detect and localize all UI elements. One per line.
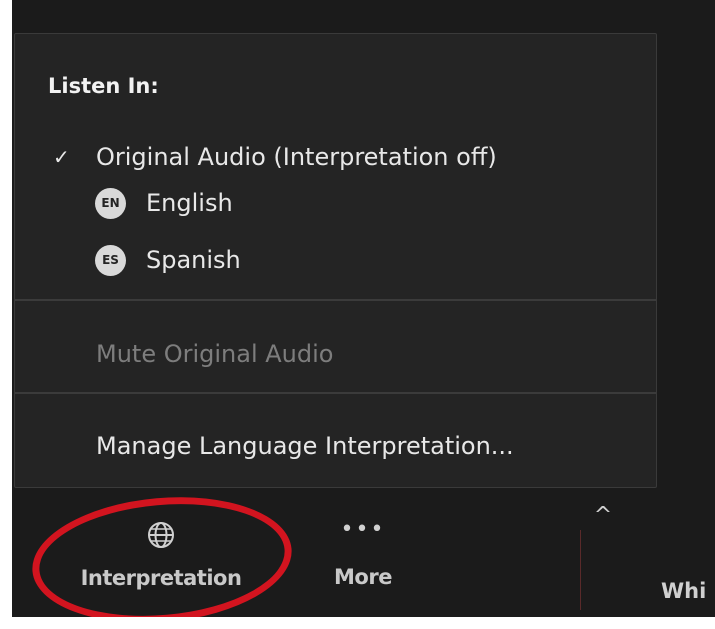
- more-dots-icon: •••: [340, 517, 386, 542]
- menu-item-manage-language-interpretation[interactable]: Manage Language Interpretation...: [15, 424, 656, 468]
- menu-item-original-audio[interactable]: ✓ Original Audio (Interpretation off): [15, 135, 656, 179]
- menu-item-label: Original Audio (Interpretation off): [96, 143, 497, 171]
- screenshot-edge: [0, 617, 715, 629]
- more-label: More: [334, 565, 392, 589]
- menu-item-label: English: [146, 189, 233, 217]
- english-language-badge-icon: EN: [95, 187, 126, 219]
- checkmark-icon: ✓: [53, 145, 70, 169]
- menu-item-label: Manage Language Interpretation...: [96, 432, 514, 460]
- interpretation-label: Interpretation: [80, 566, 242, 590]
- menu-item-spanish[interactable]: ES Spanish: [15, 238, 656, 282]
- caret-up-icon[interactable]: ^: [588, 500, 618, 542]
- menu-divider: [15, 299, 656, 301]
- menu-item-mute-original-audio: Mute Original Audio: [15, 332, 656, 376]
- screenshot-edge: [0, 0, 12, 629]
- menu-divider: [15, 392, 656, 394]
- menu-item-label: Spanish: [146, 246, 241, 274]
- listen-in-heading: Listen In:: [48, 74, 159, 98]
- menu-item-english[interactable]: EN English: [15, 181, 656, 225]
- interpretation-menu: Listen In: ✓ Original Audio (Interpretat…: [14, 33, 657, 488]
- toolbar-divider: [580, 530, 581, 610]
- whiteboard-label[interactable]: Whi: [661, 579, 706, 603]
- interpretation-button[interactable]: Interpretation: [66, 520, 256, 590]
- menu-item-label: Mute Original Audio: [96, 340, 334, 368]
- more-button[interactable]: ••• More: [318, 517, 408, 590]
- spanish-language-badge-icon: ES: [95, 244, 126, 276]
- meeting-window: Listen In: ✓ Original Audio (Interpretat…: [0, 0, 715, 629]
- globe-icon: [148, 522, 174, 548]
